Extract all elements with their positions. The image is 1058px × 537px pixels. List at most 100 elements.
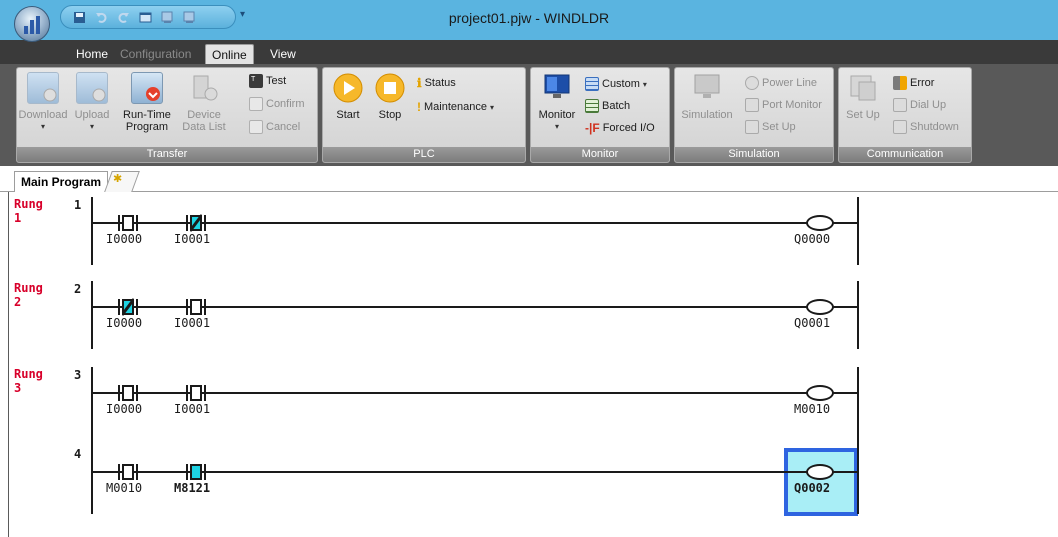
maintenance-dropdown-arrow: ▾	[490, 102, 495, 112]
simulation-button[interactable]: Simulation	[679, 72, 735, 121]
custom-button[interactable]: Custom ▾	[585, 77, 647, 91]
group-communication: Set Up Error Dial Up Shutdown Communicat…	[838, 67, 972, 163]
line-index: 1	[74, 198, 82, 212]
no-contact[interactable]	[186, 464, 206, 480]
app-menu-button[interactable]	[14, 6, 50, 42]
rung-word: Rung	[14, 197, 43, 211]
output-coil[interactable]	[806, 385, 834, 401]
sim-setup-button[interactable]: Set Up	[745, 120, 796, 134]
confirm-button[interactable]: Confirm	[249, 97, 305, 111]
no-contact[interactable]	[118, 464, 138, 480]
nc-contact[interactable]	[186, 214, 206, 232]
contact-operand: I0000	[106, 402, 143, 416]
monitor-icon	[541, 72, 573, 104]
cancel-icon	[249, 120, 263, 134]
ladder-editor[interactable]	[0, 192, 1058, 537]
cancel-button[interactable]: Cancel	[249, 120, 300, 134]
shutdown-label: Shutdown	[910, 121, 959, 133]
group-transfer: Download ▾ Upload ▾ Run-Time Program Dev…	[16, 67, 318, 163]
group-transfer-title: Transfer	[17, 147, 317, 162]
group-communication-title: Communication	[839, 147, 971, 162]
tab-view[interactable]: View	[264, 44, 302, 64]
download-dropdown-arrow: ▾	[40, 122, 45, 131]
batch-button[interactable]: Batch	[585, 99, 630, 113]
ladder-wire	[91, 306, 859, 308]
contact-operand: M0010	[106, 481, 143, 495]
test-button[interactable]: T Test	[249, 74, 286, 88]
error-button[interactable]: Error	[893, 76, 934, 90]
contact-operand: I0000	[106, 232, 143, 246]
output-coil[interactable]	[806, 215, 834, 231]
tab-main-program[interactable]: Main Program	[14, 171, 109, 192]
comm-setup-button[interactable]: Set Up	[843, 72, 883, 121]
coil-operand: Q0002	[794, 481, 831, 495]
dial-up-label: Dial Up	[910, 99, 947, 111]
maintenance-label: Maintenance	[424, 101, 487, 113]
line-index: 3	[74, 368, 82, 382]
device-data-list-button[interactable]: Device Data List	[179, 72, 229, 133]
monitor-label: Monitor	[538, 109, 576, 121]
left-power-rail	[91, 367, 93, 514]
group-simulation: Simulation Power Line Port Monitor Set U…	[674, 67, 834, 163]
shutdown-icon	[893, 120, 907, 134]
group-plc-title: PLC	[323, 147, 525, 162]
status-button[interactable]: ℹ Status	[417, 76, 456, 90]
contact-operand: I0001	[174, 402, 211, 416]
maintenance-button[interactable]: ! Maintenance ▾	[417, 100, 494, 114]
runtime-program-icon	[131, 72, 163, 104]
monitor-button[interactable]: Monitor ▾	[537, 72, 577, 133]
upload-dropdown-arrow: ▾	[89, 122, 94, 131]
upload-label: Upload	[74, 109, 110, 121]
right-power-rail	[857, 197, 859, 265]
forced-io-label: Forced I/O	[602, 122, 655, 134]
port-monitor-icon	[745, 98, 759, 112]
nc-contact[interactable]	[118, 298, 138, 316]
no-contact[interactable]	[186, 385, 206, 401]
tab-home[interactable]: Home	[70, 44, 114, 64]
batch-icon	[585, 99, 599, 113]
error-icon	[893, 76, 907, 90]
no-contact[interactable]	[118, 385, 138, 401]
rung-label: Rung 1	[14, 197, 43, 225]
runtime-label-1: Run-Time	[123, 109, 171, 121]
right-power-rail	[857, 367, 859, 514]
group-monitor: Monitor ▾ Custom ▾ Batch -|F Forced I/O …	[530, 67, 670, 163]
rung-word: Rung	[14, 281, 43, 295]
port-monitor-button[interactable]: Port Monitor	[745, 98, 822, 112]
no-contact[interactable]	[118, 215, 138, 231]
upload-icon	[76, 72, 108, 104]
rung-number: 3	[14, 381, 22, 395]
ladder-wire	[91, 222, 859, 224]
app-logo-icon	[24, 16, 42, 34]
comm-setup-label: Set Up	[846, 109, 880, 121]
power-line-button[interactable]: Power Line	[745, 76, 817, 90]
rung-label: Rung 2	[14, 281, 43, 309]
device-label-1: Device	[187, 109, 221, 121]
runtime-label-2: Program	[125, 121, 169, 133]
contact-operand: I0001	[174, 232, 211, 246]
device-label-2: Data List	[182, 121, 226, 133]
tab-configuration[interactable]: Configuration	[114, 44, 197, 64]
output-coil[interactable]	[806, 299, 834, 315]
device-data-list-icon	[188, 72, 220, 104]
custom-table-icon	[585, 77, 599, 91]
output-coil[interactable]	[806, 464, 834, 480]
coil-operand: M0010	[794, 402, 831, 416]
upload-button[interactable]: Upload ▾	[71, 72, 113, 133]
tab-online[interactable]: Online	[205, 44, 254, 64]
shutdown-button[interactable]: Shutdown	[893, 120, 959, 134]
start-button[interactable]: Start	[331, 72, 365, 121]
test-icon: T	[249, 74, 263, 88]
dial-up-button[interactable]: Dial Up	[893, 98, 946, 112]
ladder-wire	[91, 471, 859, 473]
play-icon	[332, 72, 364, 104]
no-contact[interactable]	[186, 299, 206, 315]
custom-dropdown-arrow: ▾	[642, 79, 647, 89]
forced-io-button[interactable]: -|F Forced I/O	[585, 121, 655, 135]
group-monitor-title: Monitor	[531, 147, 669, 162]
download-button[interactable]: Download ▾	[19, 72, 67, 133]
runtime-program-button[interactable]: Run-Time Program	[119, 72, 175, 133]
sim-setup-label: Set Up	[762, 121, 796, 133]
stop-button[interactable]: Stop	[373, 72, 407, 121]
error-label: Error	[910, 77, 935, 89]
